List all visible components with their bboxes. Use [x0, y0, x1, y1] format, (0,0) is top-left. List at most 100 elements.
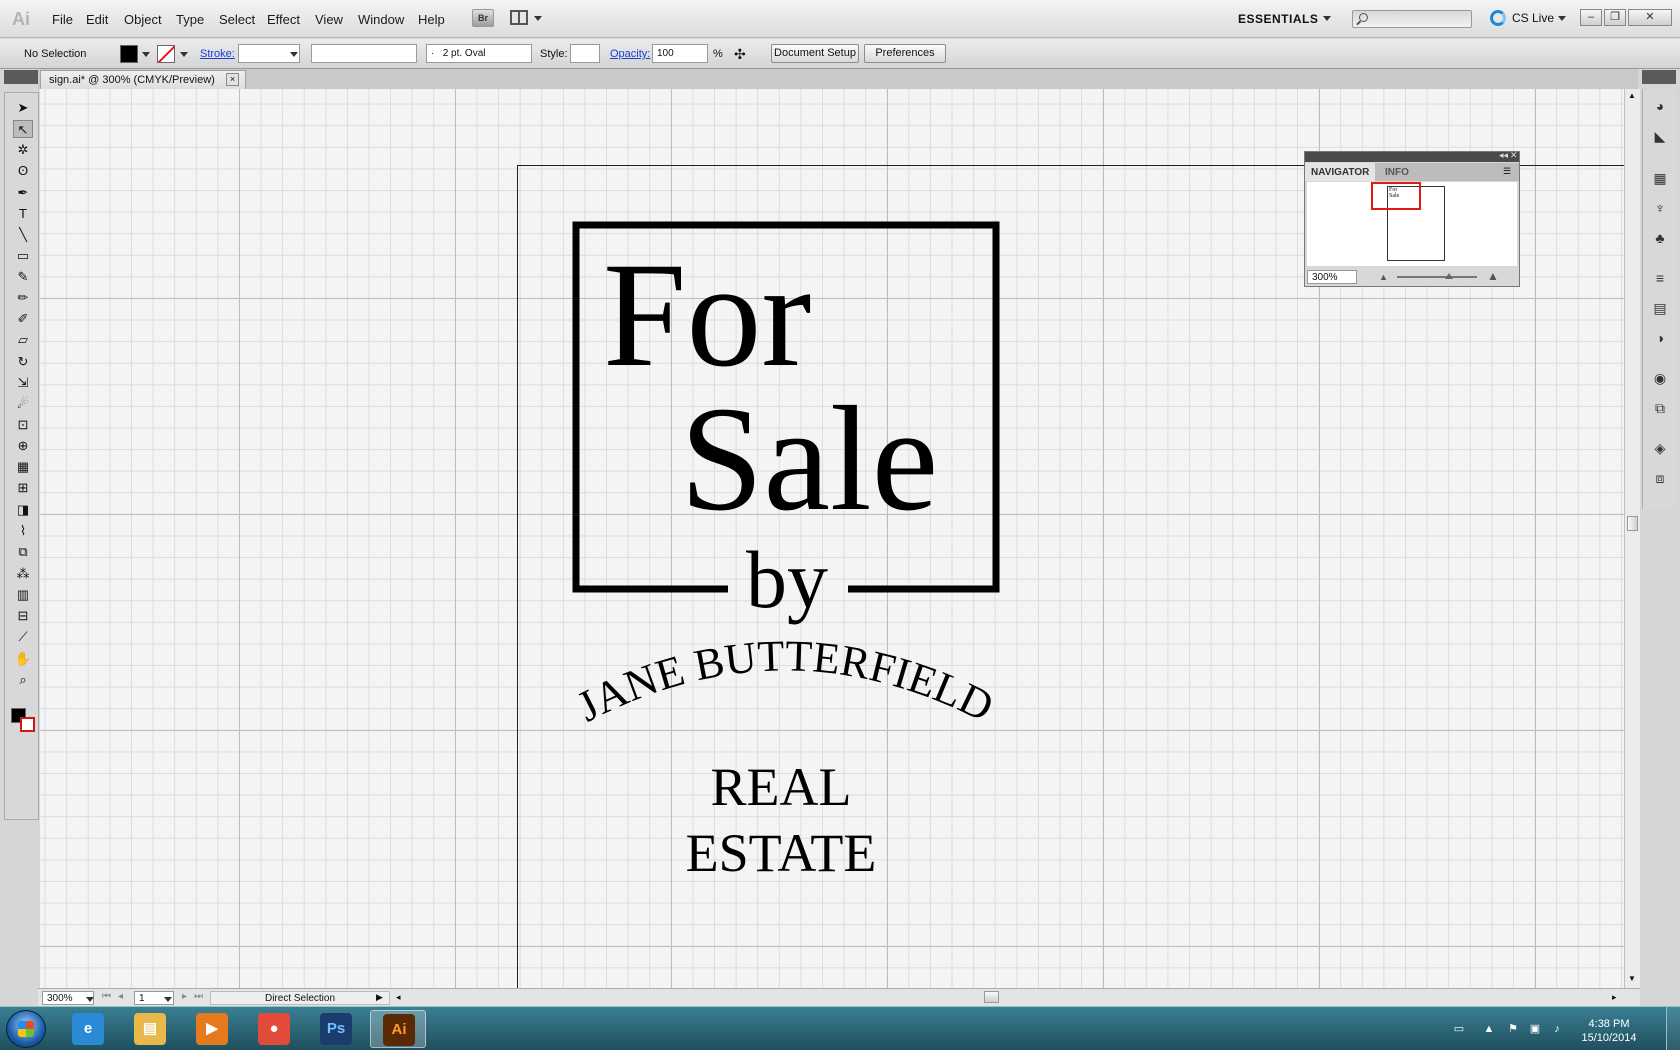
color-guide-icon[interactable]: ◣	[1651, 127, 1669, 145]
appearance-icon[interactable]: ◉	[1651, 369, 1669, 387]
type-tool[interactable]: T	[13, 205, 33, 223]
real-text[interactable]: REAL	[711, 757, 852, 817]
chevron-down-icon[interactable]	[86, 997, 94, 1002]
chevron-down-icon[interactable]	[142, 52, 150, 57]
scroll-right-icon[interactable]: ▸	[1612, 992, 1617, 1003]
blob-brush-tool[interactable]: ✐	[13, 310, 33, 328]
opacity-link[interactable]: Opacity:	[610, 48, 650, 60]
menu-window[interactable]: Window	[358, 12, 404, 27]
chevron-down-icon[interactable]	[1558, 16, 1566, 21]
opacity-field[interactable]: 100	[652, 44, 708, 63]
brushes-icon[interactable]: ♆	[1651, 199, 1669, 217]
previous-artboard-icon[interactable]: ◂	[118, 991, 123, 1002]
navigator-zoom-field[interactable]: 300%	[1307, 270, 1357, 284]
start-button[interactable]	[6, 1010, 46, 1048]
swatches-icon[interactable]: ▦	[1651, 169, 1669, 187]
eyedropper-tool[interactable]: ⌇	[13, 522, 33, 540]
free-transform-tool[interactable]: ⊡	[13, 416, 33, 434]
direct-selection-tool[interactable]: ↖	[13, 120, 33, 138]
stroke-panel-icon[interactable]: ≡	[1651, 269, 1669, 287]
stroke-link[interactable]: Stroke:	[200, 48, 235, 60]
rotate-tool[interactable]: ↻	[13, 353, 33, 371]
paintbrush-tool[interactable]: ✎	[13, 268, 33, 286]
symbols-icon[interactable]: ♣	[1651, 229, 1669, 247]
line-tool[interactable]: ╲	[13, 226, 33, 244]
close-button[interactable]: ✕	[1628, 9, 1672, 26]
hand-tool[interactable]: ✋	[13, 650, 33, 668]
taskbar-app-file-explorer[interactable]: ▤	[122, 1010, 178, 1048]
mesh-tool[interactable]: ⊞	[13, 479, 33, 497]
show-desktop-button[interactable]	[1666, 1007, 1680, 1050]
scale-tool[interactable]: ⇲	[13, 374, 33, 392]
taskbar-app-photoshop[interactable]: Ps	[308, 1010, 364, 1048]
next-artboard-icon[interactable]: ▸	[182, 991, 187, 1002]
for-text[interactable]: For	[603, 232, 811, 398]
estate-text[interactable]: ESTATE	[686, 823, 877, 883]
menu-help[interactable]: Help	[418, 12, 445, 27]
show-hidden-icons[interactable]: ▲	[1482, 1023, 1496, 1035]
pen-tool[interactable]: ✒	[13, 184, 33, 202]
symbol-sprayer-tool[interactable]: ⁂	[13, 565, 33, 583]
zoom-out-icon[interactable]: ▲	[1379, 272, 1388, 282]
taskbar-app-illustrator[interactable]: Ai	[370, 1010, 426, 1048]
dock-header[interactable]	[1642, 70, 1676, 84]
current-tool-status[interactable]: Direct Selection	[210, 991, 390, 1005]
menu-edit[interactable]: Edit	[86, 12, 108, 27]
preferences-button[interactable]: Preferences	[864, 44, 946, 63]
menu-effect[interactable]: Effect	[267, 12, 300, 27]
tab-navigator[interactable]: NAVIGATOR	[1305, 163, 1376, 181]
perspective-grid-tool[interactable]: ▦	[13, 458, 33, 476]
column-graph-tool[interactable]: ▥	[13, 586, 33, 604]
color-panel-icon[interactable]: ◕	[1651, 97, 1669, 115]
cs-live-menu[interactable]: CS Live	[1512, 11, 1554, 25]
chevron-down-icon[interactable]	[1323, 16, 1331, 21]
restore-button[interactable]: ❐	[1604, 9, 1626, 26]
close-icon[interactable]: ✕	[1510, 150, 1518, 161]
menu-type[interactable]: Type	[176, 12, 204, 27]
scroll-up-icon[interactable]: ▲	[1628, 91, 1636, 100]
menu-file[interactable]: File	[52, 12, 73, 27]
graphic-style-swatch[interactable]	[570, 44, 600, 63]
taskbar-app-media-player[interactable]: ▶	[184, 1010, 240, 1048]
artboard-tool[interactable]: ⊟	[13, 607, 33, 625]
last-artboard-icon[interactable]: ⏭	[194, 991, 203, 1002]
arrange-documents-button[interactable]	[508, 9, 544, 27]
tab-info[interactable]: INFO	[1379, 163, 1415, 181]
by-text[interactable]: by	[746, 534, 828, 625]
stroke-swatch[interactable]	[20, 717, 35, 732]
menu-object[interactable]: Object	[124, 12, 162, 27]
selection-tool[interactable]: ➤	[13, 99, 33, 117]
chevron-down-icon[interactable]	[164, 997, 172, 1002]
lasso-tool[interactable]: ʘ	[13, 162, 33, 180]
search-input[interactable]	[1352, 10, 1472, 28]
action-center-flag-icon[interactable]: ⚑	[1506, 1023, 1520, 1035]
navigator-preview[interactable]: For Sale	[1307, 182, 1517, 266]
chevron-down-icon[interactable]	[180, 52, 188, 57]
scroll-down-icon[interactable]: ▼	[1628, 974, 1636, 983]
stroke-color-swatch[interactable]	[157, 45, 175, 63]
network-icon[interactable]: ▣	[1528, 1023, 1542, 1035]
layers-icon[interactable]: ◈	[1651, 439, 1669, 457]
close-tab-icon[interactable]: ×	[226, 73, 239, 86]
bridge-button[interactable]: Br	[472, 9, 494, 27]
menu-view[interactable]: View	[315, 12, 343, 27]
workspace-switcher[interactable]: ESSENTIALS	[1238, 12, 1318, 26]
graphic-styles-icon[interactable]: ⧉	[1651, 399, 1669, 417]
vertical-scrollbar[interactable]: ▲ ▼	[1624, 89, 1640, 989]
fill-color-swatch[interactable]	[120, 45, 138, 63]
navigator-zoom-slider[interactable]	[1397, 276, 1477, 278]
horizontal-scroll-thumb[interactable]	[984, 991, 999, 1003]
artboards-icon[interactable]: ⧈	[1651, 469, 1669, 487]
document-tab[interactable]: sign.ai* @ 300% (CMYK/Preview)	[40, 70, 246, 89]
panel-menu-icon[interactable]: ☰	[1503, 166, 1511, 177]
vertical-scroll-thumb[interactable]	[1627, 516, 1638, 531]
navigator-view-box[interactable]	[1371, 182, 1421, 210]
taskbar-app-chrome[interactable]: ●	[246, 1010, 302, 1048]
tools-panel-header[interactable]	[4, 70, 39, 84]
brush-definition-field[interactable]: · 2 pt. Oval	[426, 44, 532, 63]
system-clock[interactable]: 4:38 PM 15/10/2014	[1574, 1017, 1644, 1045]
arc-text[interactable]: JANE BUTTERFIELD	[569, 631, 1001, 731]
first-artboard-icon[interactable]: ⏮	[102, 991, 111, 1002]
slice-tool[interactable]: ⟋	[13, 628, 33, 646]
navigator-zoom-slider-thumb[interactable]	[1445, 273, 1453, 279]
